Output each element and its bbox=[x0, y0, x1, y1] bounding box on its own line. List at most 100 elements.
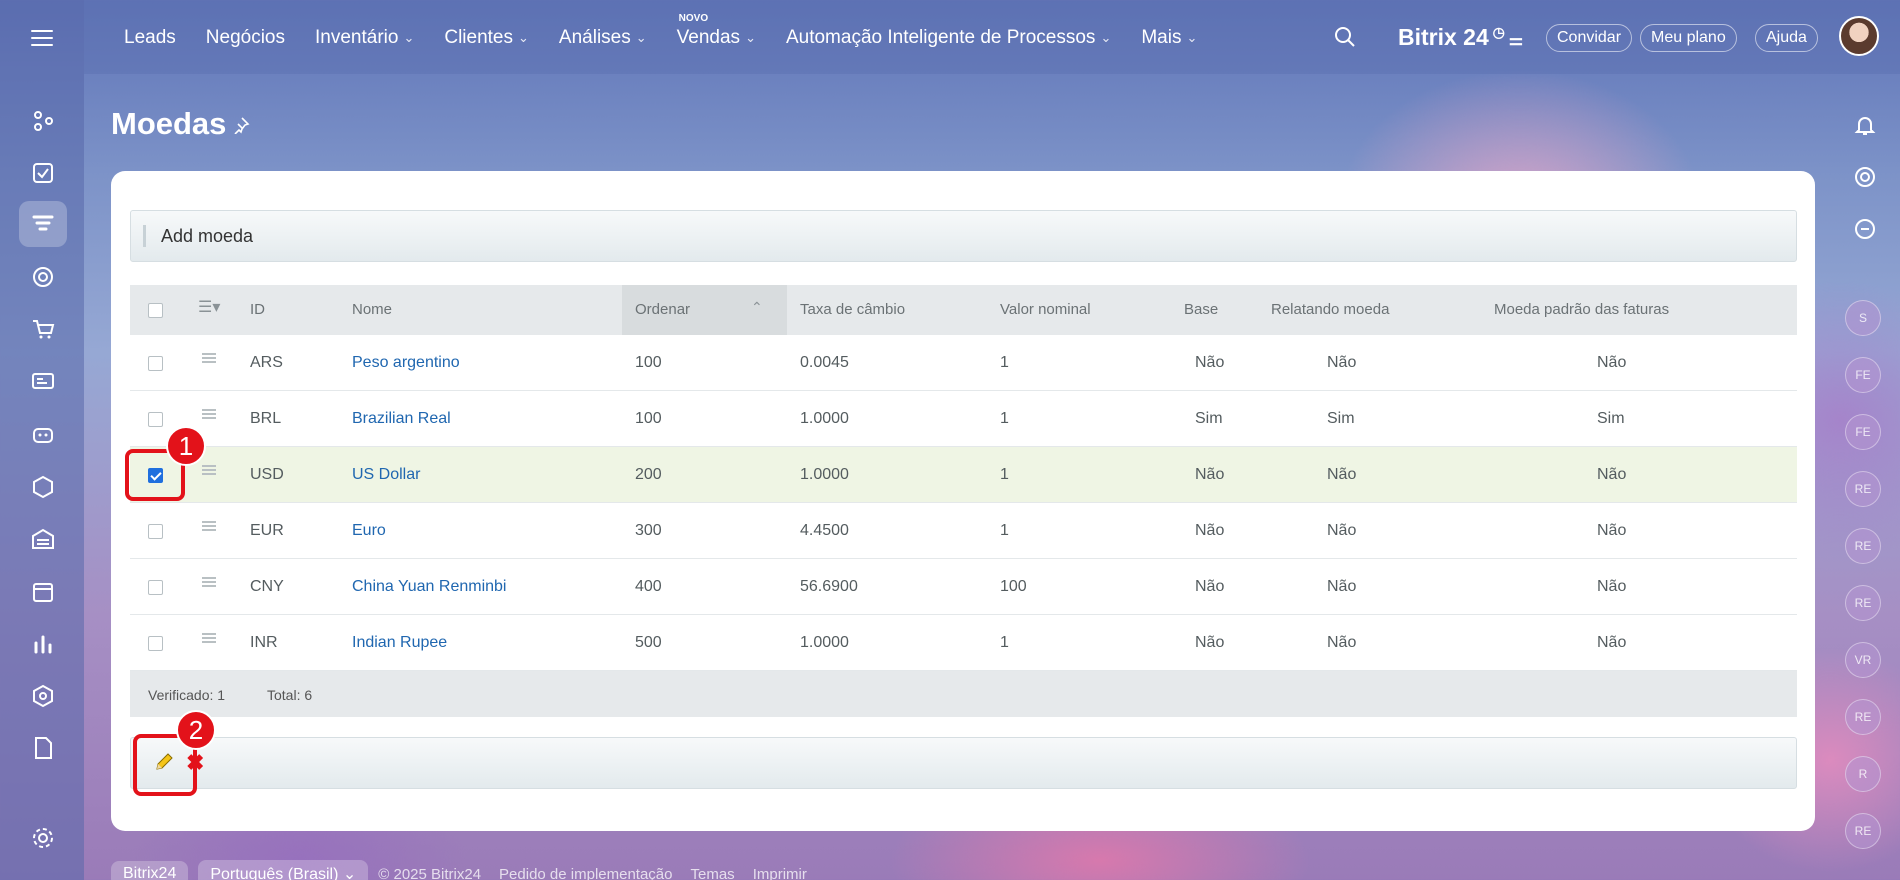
nav-item-label: Mais bbox=[1141, 27, 1182, 48]
row-actions-icon[interactable] bbox=[202, 633, 216, 645]
settings-sliders-icon[interactable]: ⚌ bbox=[1509, 32, 1523, 49]
chat-avatar[interactable]: VR bbox=[1845, 642, 1881, 678]
col-reporting[interactable]: Relatando moeda bbox=[1271, 301, 1389, 318]
chat-avatar[interactable]: RE bbox=[1845, 813, 1881, 849]
bitrix-logo[interactable]: Bitrix 24 ◷ ⚌ bbox=[1398, 24, 1523, 51]
row-checkbox[interactable] bbox=[148, 636, 163, 651]
chevron-down-icon: ⌄ bbox=[1186, 30, 1198, 45]
chat-icon[interactable] bbox=[1850, 214, 1880, 244]
row-checkbox[interactable] bbox=[148, 524, 163, 539]
help-button[interactable]: Ajuda bbox=[1755, 24, 1818, 52]
sidebar-analytics-icon[interactable] bbox=[19, 621, 67, 667]
col-nominal[interactable]: Valor nominal bbox=[1000, 301, 1091, 318]
copilot-icon[interactable] bbox=[1850, 162, 1880, 192]
checked-count: Verificado: 1 bbox=[148, 687, 226, 703]
sidebar-shop-icon[interactable] bbox=[19, 306, 67, 352]
sidebar-calendar-icon[interactable] bbox=[19, 569, 67, 615]
nav-item-análises[interactable]: Análises ⌄ bbox=[559, 27, 647, 49]
chat-avatar[interactable]: RE bbox=[1845, 699, 1881, 735]
sidebar-contacts-icon[interactable] bbox=[19, 358, 67, 404]
page-title: Moedas bbox=[111, 106, 227, 141]
cell-name[interactable]: Peso argentino bbox=[352, 354, 460, 372]
col-rate[interactable]: Taxa de câmbio bbox=[800, 301, 905, 318]
sidebar-security-icon[interactable] bbox=[19, 673, 67, 719]
nav-item-label: Leads bbox=[124, 27, 176, 48]
chevron-down-icon: ⌄ bbox=[1100, 30, 1112, 45]
chat-avatar[interactable]: RE bbox=[1845, 471, 1881, 507]
sidebar-goals-icon[interactable] bbox=[19, 254, 67, 300]
table-row[interactable]: ARS Peso argentino 100 0.0045 1 Não Não Não bbox=[130, 335, 1797, 391]
notifications-bell-icon[interactable] bbox=[1850, 110, 1880, 140]
col-base[interactable]: Base bbox=[1184, 301, 1218, 318]
chat-avatar[interactable]: RE bbox=[1845, 585, 1881, 621]
column-settings-icon[interactable]: ☰▾ bbox=[198, 297, 220, 317]
footer-link-print[interactable]: Imprimir bbox=[753, 866, 807, 880]
chat-avatar[interactable]: FE bbox=[1845, 414, 1881, 450]
cell-name[interactable]: US Dollar bbox=[352, 466, 420, 484]
sidebar-warehouse-icon[interactable] bbox=[19, 516, 67, 562]
nav-item-vendas[interactable]: NOVO Vendas ⌄ bbox=[677, 13, 756, 49]
row-actions-icon[interactable] bbox=[202, 409, 216, 421]
sidebar-tasks-icon[interactable] bbox=[19, 150, 67, 196]
sidebar-sales-icon[interactable] bbox=[19, 201, 67, 247]
row-actions-icon[interactable] bbox=[202, 353, 216, 365]
pin-icon[interactable] bbox=[232, 116, 250, 139]
sidebar-catalog-icon[interactable] bbox=[19, 464, 67, 510]
my-plan-button[interactable]: Meu plano bbox=[1640, 24, 1737, 52]
col-invoice-default[interactable]: Moeda padrão das faturas bbox=[1494, 301, 1669, 318]
user-avatar[interactable] bbox=[1839, 16, 1879, 56]
sidebar-bot-icon[interactable] bbox=[19, 411, 67, 457]
nav-item-automação[interactable]: Automação Inteligente de Processos ⌄ bbox=[786, 27, 1111, 49]
table-row[interactable]: CNY China Yuan Renminbi 400 56.6900 100 Não Nã… bbox=[130, 559, 1797, 615]
chat-avatar[interactable]: FE bbox=[1845, 357, 1881, 393]
col-id[interactable]: ID bbox=[250, 301, 265, 318]
table-row[interactable]: BRL Brazilian Real 100 1.0000 1 Sim Sim Sim bbox=[130, 391, 1797, 447]
invite-button[interactable]: Convidar bbox=[1546, 24, 1633, 52]
nav-item-leads[interactable]: Leads bbox=[124, 27, 176, 49]
cell-name[interactable]: Indian Rupee bbox=[352, 634, 447, 652]
row-actions-icon[interactable] bbox=[202, 521, 216, 533]
nav-item-clientes[interactable]: Clientes ⌄ bbox=[444, 27, 529, 49]
cell-name[interactable]: China Yuan Renminbi bbox=[352, 578, 506, 596]
search-icon[interactable] bbox=[1334, 26, 1356, 53]
cell-base: Não bbox=[1195, 466, 1225, 483]
cell-id: EUR bbox=[250, 522, 284, 539]
cell-name[interactable]: Brazilian Real bbox=[352, 410, 451, 428]
row-checkbox[interactable] bbox=[148, 356, 163, 371]
col-name[interactable]: Nome bbox=[352, 301, 392, 318]
table-row[interactable]: INR Indian Rupee 500 1.0000 1 Não Não Não bbox=[130, 615, 1797, 671]
footer-link-themes[interactable]: Temas bbox=[691, 866, 735, 880]
cell-base: Não bbox=[1195, 354, 1225, 371]
chat-avatar[interactable]: RE bbox=[1845, 528, 1881, 564]
table-row[interactable]: EUR Euro 300 4.4500 1 Não Não Não bbox=[130, 503, 1797, 559]
nav-item-negócios[interactable]: Negócios bbox=[206, 27, 285, 49]
row-checkbox[interactable] bbox=[148, 580, 163, 595]
brand-button[interactable]: Bitrix24 bbox=[111, 861, 189, 880]
sidebar-docs-icon[interactable] bbox=[19, 725, 67, 771]
row-actions-icon[interactable] bbox=[202, 465, 216, 477]
table-header: ☰▾ ID Nome Ordenar ⌃ Taxa de câmbio Valo… bbox=[130, 285, 1797, 335]
sidebar-crm-icon[interactable] bbox=[19, 98, 67, 144]
table-row[interactable]: USD US Dollar 200 1.0000 1 Não Não Não bbox=[130, 447, 1797, 503]
chevron-down-icon: ⌄ bbox=[403, 30, 415, 45]
footer-link-implementation[interactable]: Pedido de implementação bbox=[499, 866, 672, 880]
group-actions-bar: ✖ bbox=[130, 737, 1797, 789]
cell-sort: 100 bbox=[635, 354, 662, 371]
cell-nominal: 1 bbox=[1000, 466, 1009, 483]
col-sort[interactable]: Ordenar bbox=[635, 301, 690, 318]
sort-asc-icon[interactable]: ⌃ bbox=[751, 299, 763, 316]
nav-item-inventário[interactable]: Inventário ⌄ bbox=[315, 27, 414, 49]
menu-icon[interactable] bbox=[30, 28, 54, 53]
select-all-checkbox[interactable] bbox=[148, 303, 163, 318]
chat-avatar[interactable]: R bbox=[1845, 756, 1881, 792]
row-actions-icon[interactable] bbox=[202, 577, 216, 589]
cell-name[interactable]: Euro bbox=[352, 522, 386, 540]
language-select[interactable]: Português (Brasil) ⌄ bbox=[198, 860, 369, 880]
chat-avatar[interactable]: S bbox=[1845, 300, 1881, 336]
cell-base: Não bbox=[1195, 578, 1225, 595]
add-currency-button[interactable]: Add moeda bbox=[130, 210, 1797, 262]
cell-nominal: 100 bbox=[1000, 578, 1027, 595]
row-checkbox[interactable] bbox=[148, 412, 163, 427]
settings-gear-icon[interactable] bbox=[19, 815, 67, 861]
nav-item-mais[interactable]: Mais ⌄ bbox=[1141, 27, 1197, 49]
